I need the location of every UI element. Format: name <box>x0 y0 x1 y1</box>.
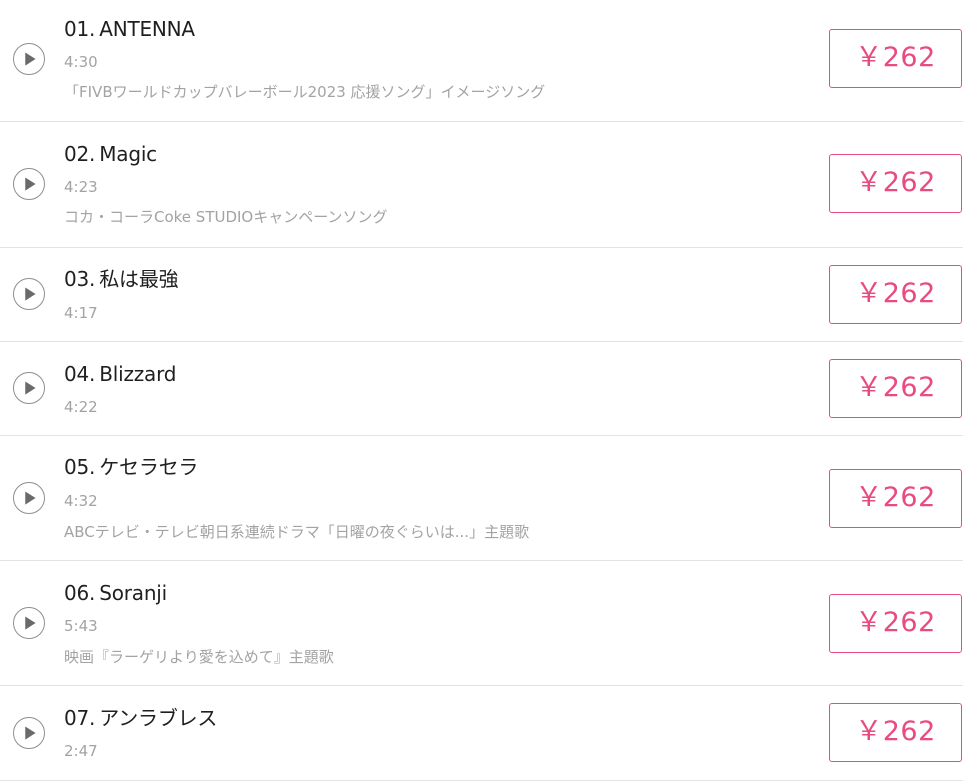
track-duration: 4:32 <box>64 492 98 510</box>
track-number: 06. <box>64 581 96 605</box>
buy-track-button[interactable]: ￥262 <box>829 703 962 762</box>
track-title: 07. アンラブレス <box>64 706 217 730</box>
buy-track-button[interactable]: ￥262 <box>829 469 962 528</box>
track-name: 私は最強 <box>99 267 179 291</box>
play-button[interactable] <box>13 278 45 310</box>
track-name: Blizzard <box>99 362 177 386</box>
track-duration: 2:47 <box>64 742 98 760</box>
track-note: コカ・コーラCoke STUDIOキャンペーンソング <box>64 208 388 226</box>
track-note: ABCテレビ・テレビ朝日系連続ドラマ「日曜の夜ぐらいは...」主題歌 <box>64 523 530 541</box>
track-duration: 4:17 <box>64 304 98 322</box>
play-button[interactable] <box>13 168 45 200</box>
track-number: 05. <box>64 455 96 479</box>
play-icon <box>25 52 36 66</box>
track-row: 04. Blizzard 4:22 ￥262 <box>0 342 963 436</box>
track-duration: 5:43 <box>64 617 98 635</box>
track-duration: 4:23 <box>64 178 98 196</box>
buy-track-button[interactable]: ￥262 <box>829 265 962 324</box>
buy-track-button[interactable]: ￥262 <box>829 154 962 213</box>
track-name: Soranji <box>99 581 168 605</box>
track-number: 07. <box>64 706 96 730</box>
play-icon <box>25 287 36 301</box>
play-icon <box>25 381 36 395</box>
track-duration: 4:22 <box>64 398 98 416</box>
buy-track-button[interactable]: ￥262 <box>829 594 962 653</box>
play-icon <box>25 491 36 505</box>
track-number: 01. <box>64 17 96 41</box>
play-icon <box>25 177 36 191</box>
track-duration: 4:30 <box>64 53 98 71</box>
buy-track-button[interactable]: ￥262 <box>829 29 962 88</box>
play-icon <box>25 616 36 630</box>
track-title: 05. ケセラセラ <box>64 455 198 479</box>
track-title: 01. ANTENNA <box>64 17 195 41</box>
play-icon <box>25 726 36 740</box>
track-title: 06. Soranji <box>64 581 167 605</box>
track-title: 04. Blizzard <box>64 362 176 386</box>
play-button[interactable] <box>13 372 45 404</box>
play-button[interactable] <box>13 482 45 514</box>
track-row: 01. ANTENNA 4:30 「FIVBワールドカップバレーボール2023 応… <box>0 0 963 122</box>
track-number: 04. <box>64 362 96 386</box>
track-number: 02. <box>64 142 96 166</box>
track-name: ケセラセラ <box>99 455 199 479</box>
track-name: ANTENNA <box>99 17 195 41</box>
track-note: 映画『ラーゲリより愛を込めて』主題歌 <box>64 648 334 666</box>
track-row: 02. Magic 4:23 コカ・コーラCoke STUDIOキャンペーンソング… <box>0 122 963 248</box>
track-row: 06. Soranji 5:43 映画『ラーゲリより愛を込めて』主題歌 ￥262 <box>0 561 963 686</box>
track-note: 「FIVBワールドカップバレーボール2023 応援ソング」イメージソング <box>64 83 546 101</box>
play-button[interactable] <box>13 717 45 749</box>
track-title: 03. 私は最強 <box>64 267 179 291</box>
track-name: Magic <box>99 142 157 166</box>
track-row: 07. アンラブレス 2:47 ￥262 <box>0 686 963 781</box>
play-button[interactable] <box>13 607 45 639</box>
track-title: 02. Magic <box>64 142 157 166</box>
track-number: 03. <box>64 267 96 291</box>
play-button[interactable] <box>13 43 45 75</box>
track-name: アンラブレス <box>99 706 218 730</box>
buy-track-button[interactable]: ￥262 <box>829 359 962 418</box>
track-row: 03. 私は最強 4:17 ￥262 <box>0 248 963 342</box>
track-row: 05. ケセラセラ 4:32 ABCテレビ・テレビ朝日系連続ドラマ「日曜の夜ぐらい… <box>0 436 963 561</box>
